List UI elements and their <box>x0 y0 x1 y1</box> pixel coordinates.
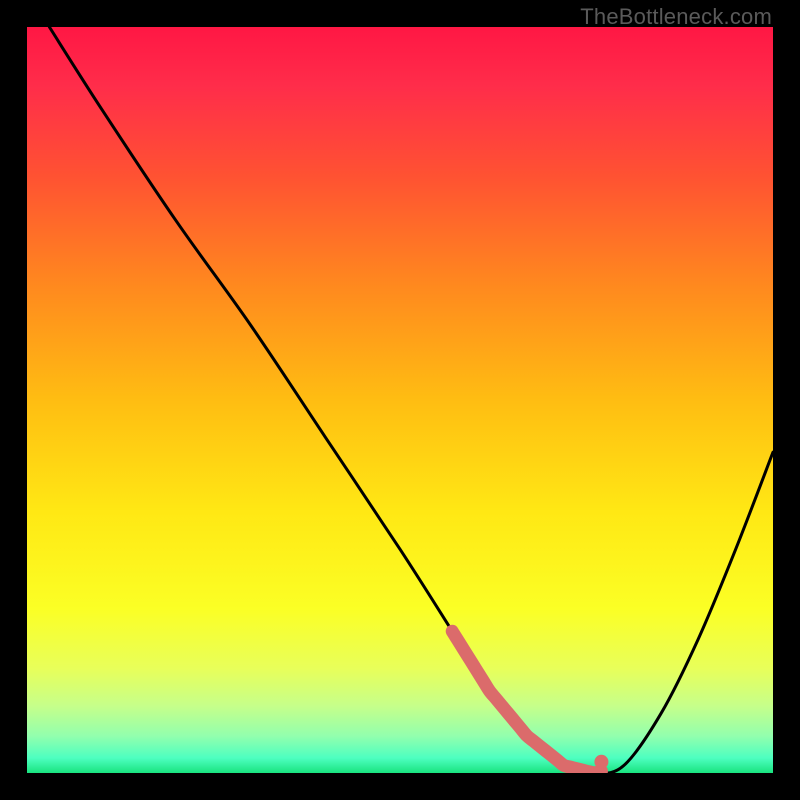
chart-stage: TheBottleneck.com <box>0 0 800 800</box>
curve-layer <box>27 27 773 773</box>
highlight-end-dot <box>594 755 608 769</box>
bottleneck-curve <box>49 27 773 773</box>
highlight-band <box>452 631 601 772</box>
plot-area <box>27 27 773 773</box>
